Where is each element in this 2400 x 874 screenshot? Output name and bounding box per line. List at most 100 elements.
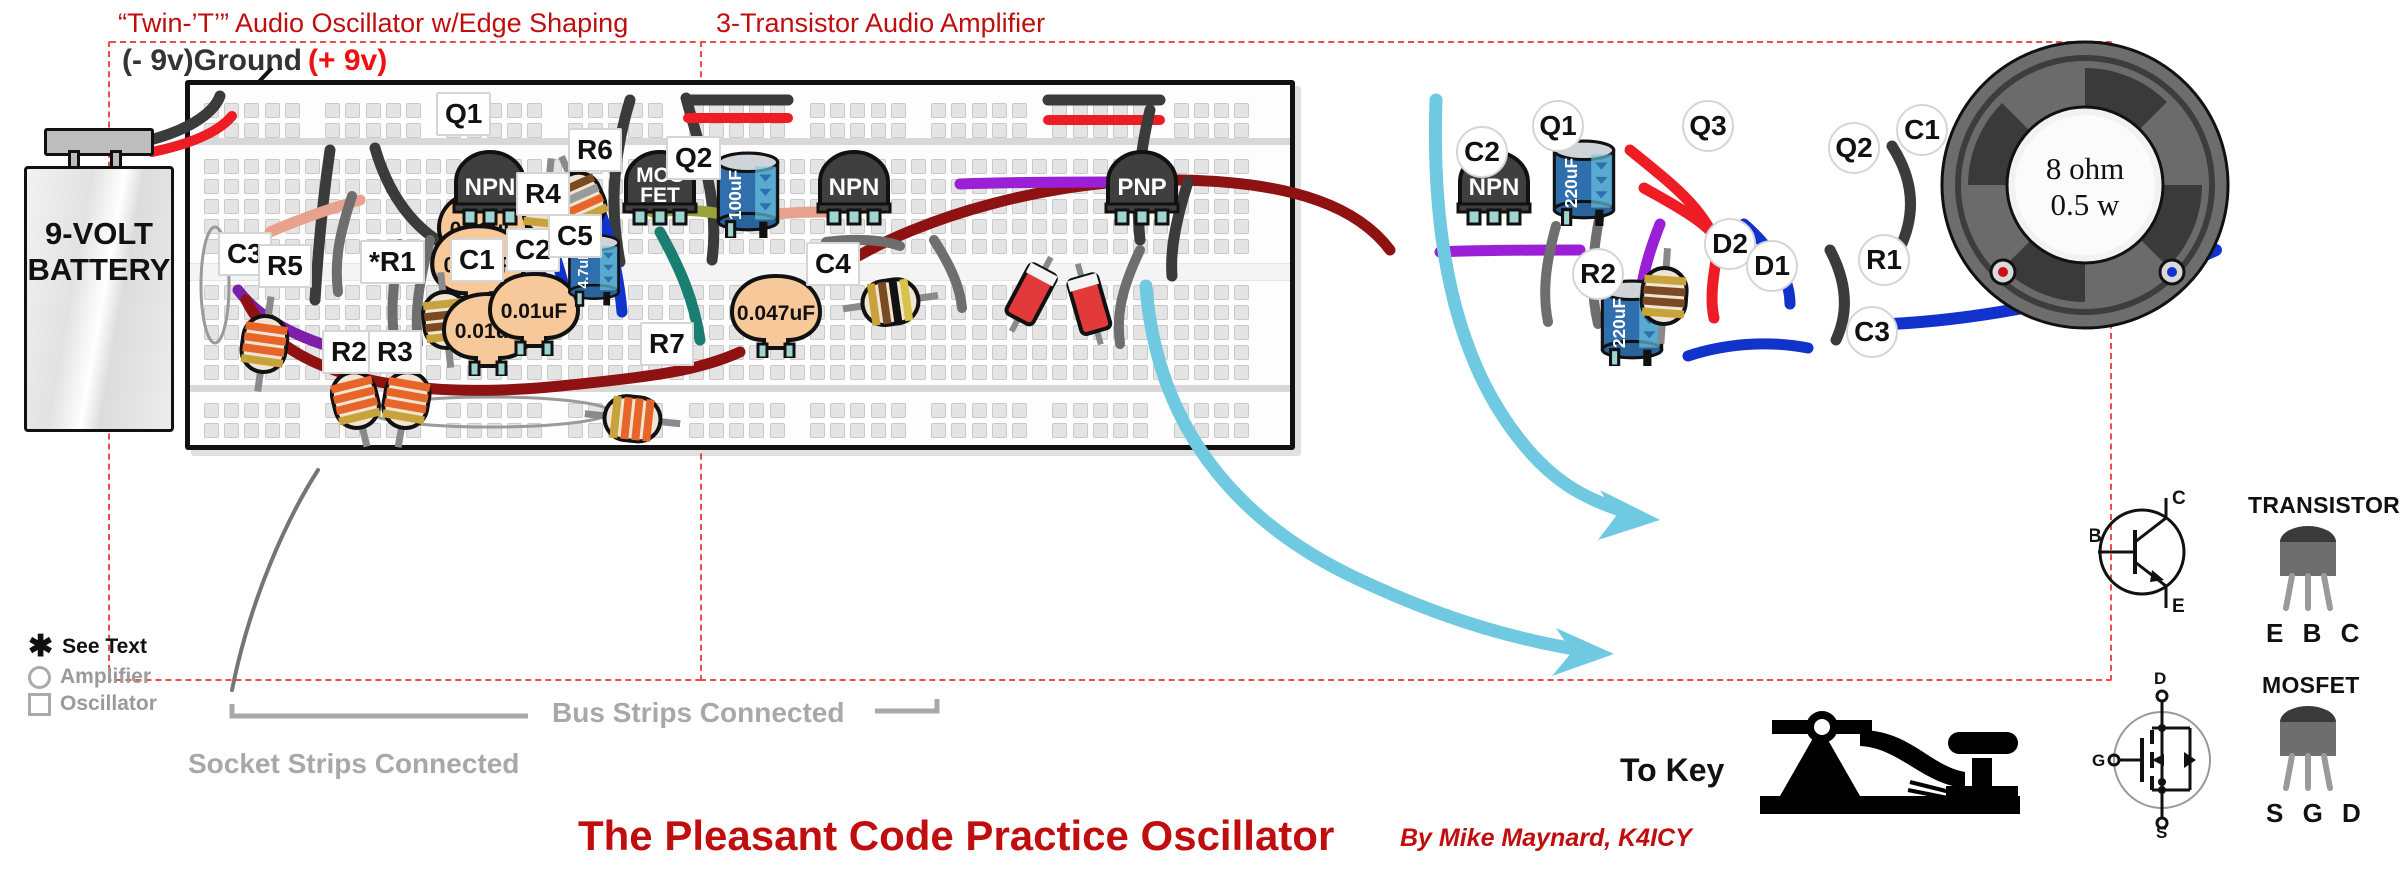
breadboard-hole[interactable] bbox=[1153, 285, 1169, 300]
breadboard-hole[interactable] bbox=[1214, 199, 1229, 214]
breadboard-hole[interactable] bbox=[729, 365, 745, 380]
breadboard-hole[interactable] bbox=[1153, 239, 1169, 254]
breadboard-hole[interactable] bbox=[931, 239, 947, 254]
breadboard-hole[interactable] bbox=[749, 365, 765, 380]
breadboard-hole[interactable] bbox=[648, 285, 664, 300]
breadboard-hole[interactable] bbox=[709, 285, 724, 300]
breadboard-hole[interactable] bbox=[688, 305, 704, 320]
breadboard-hole[interactable] bbox=[224, 403, 240, 418]
breadboard-hole[interactable] bbox=[1173, 423, 1189, 438]
breadboard-hole[interactable] bbox=[1133, 423, 1149, 438]
breadboard-hole[interactable] bbox=[608, 103, 623, 118]
breadboard-hole[interactable] bbox=[1052, 179, 1068, 194]
breadboard-hole[interactable] bbox=[264, 179, 280, 194]
breadboard-hole[interactable] bbox=[345, 305, 361, 320]
breadboard-hole[interactable] bbox=[204, 123, 219, 138]
breadboard-hole[interactable] bbox=[1113, 365, 1128, 380]
breadboard-hole[interactable] bbox=[507, 103, 522, 118]
breadboard-hole[interactable] bbox=[850, 103, 866, 118]
breadboard-hole[interactable] bbox=[1133, 305, 1149, 320]
breadboard-hole[interactable] bbox=[486, 423, 502, 438]
breadboard-hole[interactable] bbox=[466, 403, 482, 418]
breadboard-hole[interactable] bbox=[264, 199, 280, 214]
breadboard-hole[interactable] bbox=[1234, 345, 1250, 360]
breadboard-hole[interactable] bbox=[1113, 345, 1128, 360]
breadboard-hole[interactable] bbox=[1072, 365, 1088, 380]
breadboard-hole[interactable] bbox=[284, 179, 300, 194]
breadboard-hole[interactable] bbox=[527, 423, 543, 438]
breadboard-hole[interactable] bbox=[406, 103, 421, 118]
breadboard-hole[interactable] bbox=[1234, 325, 1250, 340]
breadboard-hole[interactable] bbox=[668, 365, 684, 380]
part-tag-osc-r7[interactable]: R7 bbox=[640, 322, 694, 366]
breadboard-hole[interactable] bbox=[1153, 305, 1169, 320]
breadboard-hole[interactable] bbox=[284, 423, 300, 438]
breadboard-hole[interactable] bbox=[365, 305, 381, 320]
breadboard-hole[interactable] bbox=[264, 403, 280, 418]
breadboard-hole[interactable] bbox=[224, 285, 240, 300]
breadboard-hole[interactable] bbox=[1193, 325, 1209, 340]
breadboard-hole[interactable] bbox=[789, 199, 805, 214]
breadboard-hole[interactable] bbox=[284, 123, 300, 138]
breadboard-hole[interactable] bbox=[1052, 159, 1068, 174]
breadboard-hole[interactable] bbox=[325, 159, 341, 174]
breadboard-hole[interactable] bbox=[1193, 123, 1209, 138]
breadboard-hole[interactable] bbox=[567, 103, 583, 118]
breadboard-hole[interactable] bbox=[1012, 219, 1027, 234]
breadboard-hole[interactable] bbox=[931, 199, 947, 214]
breadboard-hole[interactable] bbox=[830, 345, 846, 360]
breadboard-hole[interactable] bbox=[325, 103, 341, 118]
breadboard-hole[interactable] bbox=[527, 403, 543, 418]
breadboard-hole[interactable] bbox=[688, 403, 704, 418]
breadboard-hole[interactable] bbox=[1214, 423, 1229, 438]
breadboard-hole[interactable] bbox=[385, 305, 401, 320]
breadboard-hole[interactable] bbox=[284, 219, 300, 234]
breadboard-hole[interactable] bbox=[688, 103, 704, 118]
breadboard-hole[interactable] bbox=[224, 423, 240, 438]
breadboard-hole[interactable] bbox=[1193, 239, 1209, 254]
breadboard-hole[interactable] bbox=[1214, 305, 1229, 320]
breadboard-hole[interactable] bbox=[385, 123, 401, 138]
breadboard-hole[interactable] bbox=[668, 305, 684, 320]
breadboard-hole[interactable] bbox=[466, 423, 482, 438]
breadboard-hole[interactable] bbox=[1113, 103, 1128, 118]
breadboard-hole[interactable] bbox=[224, 159, 240, 174]
breadboard-hole[interactable] bbox=[729, 103, 745, 118]
breadboard-hole[interactable] bbox=[1193, 345, 1209, 360]
breadboard-hole[interactable] bbox=[648, 365, 664, 380]
breadboard-hole[interactable] bbox=[305, 345, 320, 360]
breadboard-hole[interactable] bbox=[1193, 305, 1209, 320]
part-tag-osc-starr1[interactable]: *R1 bbox=[360, 240, 425, 284]
breadboard-hole[interactable] bbox=[830, 103, 846, 118]
breadboard-hole[interactable] bbox=[204, 423, 219, 438]
breadboard-hole[interactable] bbox=[1214, 123, 1229, 138]
breadboard-hole[interactable] bbox=[1214, 285, 1229, 300]
breadboard-hole[interactable] bbox=[769, 103, 785, 118]
breadboard-hole[interactable] bbox=[1173, 345, 1189, 360]
breadboard-hole[interactable] bbox=[1052, 123, 1068, 138]
breadboard-hole[interactable] bbox=[244, 103, 260, 118]
breadboard-hole[interactable] bbox=[305, 159, 320, 174]
breadboard-hole[interactable] bbox=[890, 345, 906, 360]
breadboard-hole[interactable] bbox=[1214, 239, 1229, 254]
breadboard-hole[interactable] bbox=[729, 423, 745, 438]
breadboard-hole[interactable] bbox=[951, 285, 967, 300]
breadboard-hole[interactable] bbox=[264, 159, 280, 174]
breadboard-hole[interactable] bbox=[931, 403, 947, 418]
breadboard-hole[interactable] bbox=[951, 123, 967, 138]
breadboard-hole[interactable] bbox=[971, 179, 987, 194]
breadboard-hole[interactable] bbox=[305, 325, 320, 340]
breadboard-hole[interactable] bbox=[1032, 345, 1048, 360]
breadboard-hole[interactable] bbox=[971, 239, 987, 254]
breadboard-hole[interactable] bbox=[385, 103, 401, 118]
breadboard-hole[interactable] bbox=[971, 285, 987, 300]
breadboard-hole[interactable] bbox=[1133, 103, 1149, 118]
breadboard-hole[interactable] bbox=[648, 123, 664, 138]
breadboard-hole[interactable] bbox=[1214, 345, 1229, 360]
breadboard-hole[interactable] bbox=[991, 219, 1007, 234]
breadboard-hole[interactable] bbox=[608, 365, 623, 380]
breadboard-hole[interactable] bbox=[365, 219, 381, 234]
breadboard-hole[interactable] bbox=[749, 123, 765, 138]
breadboard-hole[interactable] bbox=[507, 403, 522, 418]
breadboard-hole[interactable] bbox=[1012, 239, 1027, 254]
